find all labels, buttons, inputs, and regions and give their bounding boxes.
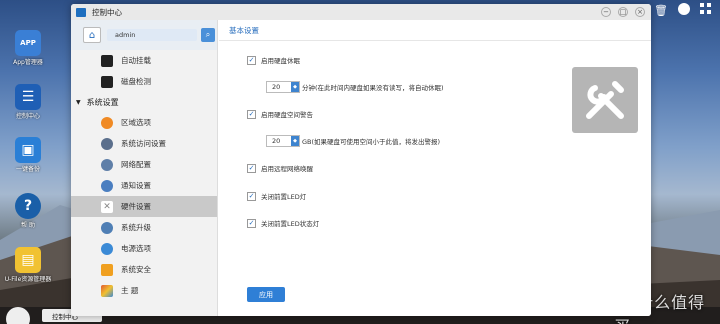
desktop-item-help[interactable]: ? 帮 助: [0, 193, 56, 230]
desktop-item-label: U-File资源管理器: [4, 276, 52, 283]
upgrade-icon: [101, 221, 113, 234]
app-store-icon: APP: [15, 30, 41, 56]
minimize-icon[interactable]: −: [601, 7, 611, 17]
start-button[interactable]: [6, 307, 30, 324]
checkbox-checked-icon[interactable]: ✓: [247, 218, 256, 228]
sidebar-item-network[interactable]: 网络配置: [71, 154, 217, 175]
option-disk-sleep[interactable]: ✓ 启用硬盘休眠: [247, 55, 300, 65]
maximize-icon[interactable]: □: [618, 7, 628, 17]
caret-down-icon: ▼: [76, 98, 81, 106]
help-icon: ?: [15, 193, 41, 219]
checkbox-checked-icon[interactable]: ✓: [247, 55, 256, 65]
sidebar-item-hardware[interactable]: ✕ 硬件设置: [71, 196, 217, 217]
window-controls: − □ ×: [601, 7, 645, 17]
settings-content: 基本设置 ✓ 启用硬盘休眠 20 ◆ 分钟(在此时间内硬盘如果没有读写，将自动休…: [219, 20, 651, 316]
option-label: 启用远程网络唤醒: [261, 165, 313, 173]
desktop-item-backup[interactable]: ▣ 一键备份: [0, 137, 56, 174]
security-icon: [101, 263, 113, 276]
option-label: 启用硬盘空间警告: [261, 111, 313, 119]
window-title: 控制中心: [92, 7, 122, 17]
desktop-item-label: 控制中心: [15, 113, 40, 120]
sidebar-group-label: 系统设置: [86, 97, 119, 107]
auto-mount-icon: [101, 54, 113, 67]
sidebar-item-auto-mount[interactable]: 自动挂载: [71, 50, 217, 71]
sidebar-item-label: 系统访问设置: [121, 139, 166, 148]
theme-icon: [101, 284, 113, 297]
sidebar-item-label: 网络配置: [121, 160, 151, 169]
sidebar-item-label: 硬件设置: [121, 202, 151, 211]
sidebar-item-label: 系统安全: [121, 265, 151, 274]
sidebar-item-access[interactable]: 系统访问设置: [71, 133, 217, 154]
option-wake-on-lan[interactable]: ✓ 启用远程网络唤醒: [247, 163, 313, 173]
desktop-item-control-center[interactable]: ☰ 控制中心: [0, 84, 56, 121]
sidebar-item-label: 主 题: [121, 286, 139, 295]
stepper-value: 20: [272, 137, 281, 145]
trash-icon[interactable]: 🗑: [654, 3, 668, 17]
region-icon: [101, 116, 113, 129]
option-label: 关闭前置LED状态灯: [261, 220, 320, 228]
sidebar-item-label: 系统升级: [121, 223, 151, 232]
user-field: admin: [107, 29, 197, 41]
search-icon[interactable]: ⌕: [201, 28, 215, 42]
checkbox-checked-icon[interactable]: ✓: [247, 163, 256, 173]
user-icon[interactable]: [678, 3, 690, 15]
sleep-minutes-row: 20 ◆ 分钟(在此时间内硬盘如果没有读写，将自动休眠): [266, 81, 444, 93]
file-manager-icon: ▤: [15, 247, 41, 273]
option-label: 启用硬盘休眠: [261, 57, 300, 65]
sidebar: ⌂ admin ⌕ 自动挂载 磁盘检测 ▼ 系统设置 区域选项 系统访问设置 网…: [71, 20, 218, 316]
section-title: 基本设置: [219, 20, 651, 41]
option-space-warning[interactable]: ✓ 启用硬盘空间警告: [247, 109, 313, 119]
spinner-arrows-icon[interactable]: ◆: [291, 136, 299, 146]
sidebar-item-upgrade[interactable]: 系统升级: [71, 217, 217, 238]
close-icon[interactable]: ×: [635, 7, 645, 17]
option-front-status-led[interactable]: ✓ 关闭前置LED状态灯: [247, 218, 319, 228]
desktop-item-label: 一键备份: [15, 166, 40, 173]
sleep-minutes-stepper[interactable]: 20 ◆: [266, 81, 300, 93]
stepper-value: 20: [272, 83, 281, 91]
network-icon: [101, 158, 113, 171]
sidebar-item-label: 电源选项: [121, 244, 151, 253]
sidebar-item-label: 区域选项: [121, 118, 151, 127]
hardware-tools-icon: [572, 67, 638, 133]
disk-check-icon: [101, 75, 113, 88]
space-warning-row: 20 ◆ GB(如果硬盘可使用空间小于此值，将发出警报): [266, 135, 440, 147]
desktop-item-label: App管理器: [13, 59, 43, 66]
home-icon[interactable]: ⌂: [83, 27, 101, 43]
sidebar-item-region[interactable]: 区域选项: [71, 112, 217, 133]
sidebar-item-disk-check[interactable]: 磁盘检测: [71, 71, 217, 92]
option-front-led[interactable]: ✓ 关闭前置LED灯: [247, 191, 306, 201]
access-icon: [101, 137, 113, 150]
apps-grid-icon[interactable]: [700, 3, 711, 14]
apply-button[interactable]: 应用: [247, 287, 285, 302]
sidebar-item-security[interactable]: 系统安全: [71, 259, 217, 280]
stepper-suffix: GB(如果硬盘可使用空间小于此值，将发出警报): [302, 138, 441, 146]
option-label: 关闭前置LED灯: [261, 193, 307, 201]
sidebar-header: ⌂ admin ⌕: [71, 20, 217, 50]
sidebar-item-label: 磁盘检测: [121, 77, 151, 86]
sidebar-item-power[interactable]: 电源选项: [71, 238, 217, 259]
control-center-icon: ☰: [15, 84, 41, 110]
checkbox-checked-icon[interactable]: ✓: [247, 191, 256, 201]
control-center-window: 控制中心 − □ × ⌂ admin ⌕ 自动挂载 磁盘检测 ▼ 系统设置 区域…: [71, 4, 651, 316]
backup-icon: ▣: [15, 137, 41, 163]
desktop-item-app-manager[interactable]: APP App管理器: [0, 30, 56, 67]
sidebar-item-label: 通知设置: [121, 181, 151, 190]
system-tray: 🗑: [654, 3, 711, 17]
sidebar-item-label: 自动挂载: [121, 56, 151, 65]
stepper-suffix: 分钟(在此时间内硬盘如果没有读写，将自动休眠): [302, 84, 444, 92]
desktop-item-file-manager[interactable]: ▤ U-File资源管理器: [0, 247, 56, 284]
window-titlebar[interactable]: 控制中心 − □ ×: [71, 4, 651, 20]
space-warning-stepper[interactable]: 20 ◆: [266, 135, 300, 147]
hardware-icon: ✕: [101, 200, 113, 213]
sidebar-item-theme[interactable]: 主 题: [71, 280, 217, 301]
sidebar-item-notification[interactable]: 通知设置: [71, 175, 217, 196]
spinner-arrows-icon[interactable]: ◆: [291, 82, 299, 92]
power-icon: [101, 242, 113, 255]
control-center-app-icon: [76, 7, 86, 17]
sidebar-group-system-settings[interactable]: ▼ 系统设置: [71, 92, 217, 112]
desktop-item-label: 帮 助: [21, 222, 35, 229]
notification-icon: [101, 179, 113, 192]
checkbox-checked-icon[interactable]: ✓: [247, 109, 256, 119]
